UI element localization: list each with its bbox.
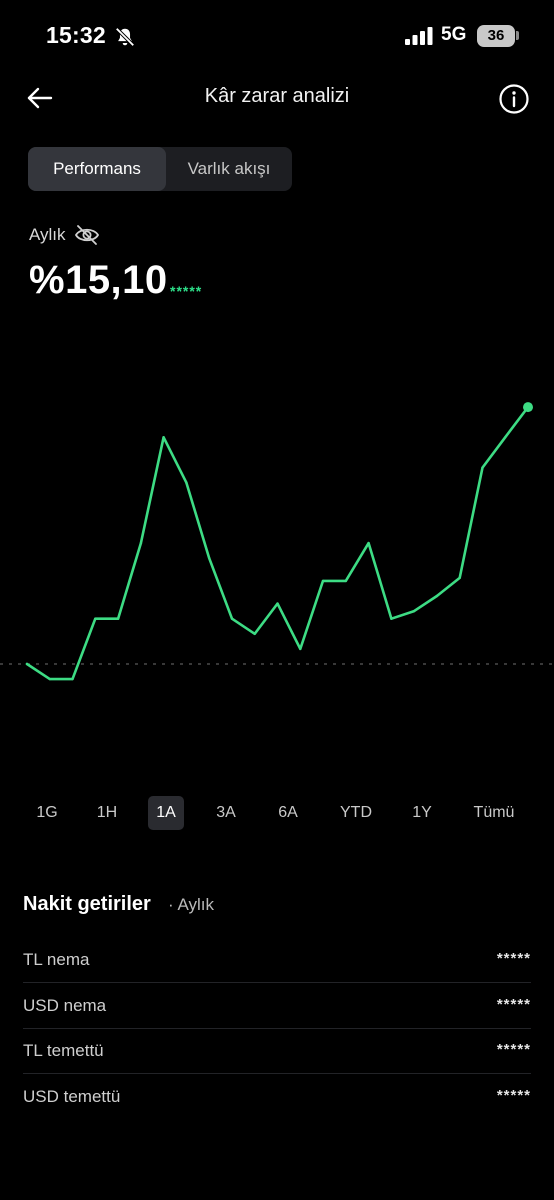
performance-value: %15,10: [29, 258, 168, 302]
tab-varlik-akisi[interactable]: Varlık akışı: [166, 147, 292, 191]
chart-point: [139, 541, 143, 545]
chart-point: [276, 602, 279, 605]
view-tabs: Performans Varlık akışı: [28, 147, 292, 191]
battery-nub: [516, 31, 519, 40]
status-bar: 15:32 5G 36: [0, 0, 554, 70]
page-title: Kâr zarar analizi: [204, 85, 350, 107]
list-item-label: USD temettü: [23, 1087, 121, 1106]
list-item-value: *****: [496, 1087, 531, 1104]
chart-point: [458, 576, 461, 580]
chart-point: [25, 662, 29, 666]
chart-end-marker: [523, 402, 533, 413]
chart-point: [321, 579, 325, 583]
chart-point: [299, 647, 302, 651]
eye-off-icon[interactable]: [74, 224, 100, 246]
chart-points: [25, 405, 530, 681]
signal-strength-icon: [405, 27, 433, 45]
range-option-1a[interactable]: 1A: [148, 796, 184, 830]
divider: [23, 982, 531, 983]
list-item-label: TL nema: [23, 950, 90, 969]
chart-point: [71, 677, 74, 681]
chart-point: [367, 541, 370, 545]
range-option-1y[interactable]: 1Y: [404, 796, 440, 830]
list-item-usd-temettu[interactable]: USD temettü *****: [23, 1075, 531, 1120]
chart-point: [230, 617, 234, 620]
chart-point: [94, 617, 97, 620]
chart-point: [48, 677, 51, 681]
status-time: 15:32: [46, 22, 106, 48]
list-item-value: *****: [496, 950, 531, 967]
performance-chart[interactable]: [0, 380, 554, 740]
network-type: 5G: [441, 24, 467, 45]
tab-performans[interactable]: Performans: [28, 147, 166, 191]
list-item-tl-nema[interactable]: TL nema *****: [23, 938, 531, 983]
range-option-3a[interactable]: 3A: [208, 796, 244, 830]
info-icon[interactable]: [498, 83, 530, 115]
range-option-tümü[interactable]: Tümü: [466, 796, 522, 830]
chart-point: [162, 436, 165, 439]
chart-point: [435, 594, 439, 598]
divider: [23, 1073, 531, 1074]
list-item-value: *****: [496, 1041, 531, 1058]
chart-point: [481, 466, 484, 469]
list-item-value: *****: [496, 996, 531, 1013]
chart-point: [253, 632, 256, 635]
list-item-tl-temettu[interactable]: TL temettü *****: [23, 1029, 531, 1074]
chart-point: [390, 617, 393, 620]
list-item-label: TL temettü: [23, 1041, 104, 1060]
bell-off-icon: [115, 27, 135, 47]
range-option-1g[interactable]: 1G: [29, 796, 65, 830]
period-label: Aylık: [29, 225, 66, 244]
cash-returns-title: Nakit getiriler: [23, 893, 151, 915]
range-option-ytd[interactable]: YTD: [332, 796, 380, 830]
range-option-1h[interactable]: 1H: [89, 796, 125, 830]
chart-point: [208, 557, 211, 560]
chart-point: [504, 436, 507, 439]
chart-point: [185, 481, 188, 484]
chart-point: [412, 609, 416, 613]
chart-point: [344, 579, 347, 583]
battery-indicator: 36: [477, 25, 515, 47]
list-item-usd-nema[interactable]: USD nema *****: [23, 984, 531, 1029]
masked-amount: *****: [170, 283, 203, 299]
cash-returns-period: · Aylık: [168, 895, 214, 914]
list-item-label: USD nema: [23, 996, 107, 1015]
range-option-6a[interactable]: 6A: [270, 796, 306, 830]
chart-point: [116, 617, 120, 620]
chart-series-line: [25, 405, 530, 681]
